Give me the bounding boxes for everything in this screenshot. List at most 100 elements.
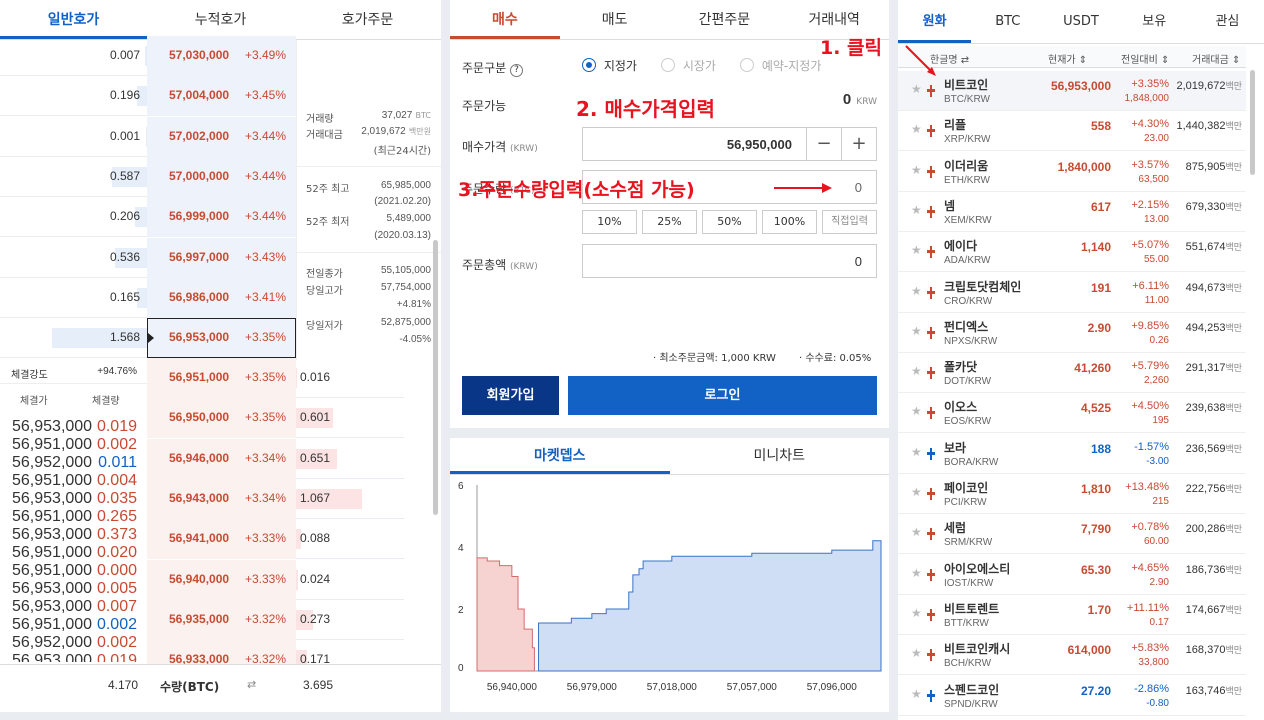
tab-krw[interactable]: 원화 — [898, 0, 972, 43]
tab-favorites[interactable]: 관심 — [1191, 0, 1264, 43]
bid-price-cell[interactable]: 56,946,000 +3.34% — [147, 438, 296, 479]
coin-name[interactable]: 크립토닷컴체인 — [944, 278, 1021, 295]
star-icon[interactable]: ★ — [911, 566, 922, 580]
tab-mini-chart[interactable]: 미니차트 — [670, 438, 890, 474]
tab-simple-order[interactable]: 간편주문 — [670, 0, 780, 39]
ask-price-cell[interactable]: 57,004,000 +3.45% — [147, 76, 296, 117]
ask-row[interactable]: 0.536 56,997,000 +3.43% — [0, 237, 296, 278]
tab-cumulative-orderbook[interactable]: 누적호가 — [147, 0, 294, 39]
coin-row[interactable]: ★ 폴카닷 DOT/KRW 41,260 +5.79% 2,260 291,317백만 — [898, 353, 1246, 394]
coin-name[interactable]: 페이코인 — [944, 479, 988, 496]
tab-usdt[interactable]: USDT — [1044, 0, 1117, 43]
coin-row[interactable]: ★ 아이오에스티 IOST/KRW 65.30 +4.65% 2.90 186,736백만 — [898, 555, 1246, 595]
coin-name[interactable]: 넴 — [944, 197, 955, 214]
bid-price-cell[interactable]: 56,943,000 +3.34% — [147, 478, 296, 519]
coin-row[interactable]: ★ 세럼 SRM/KRW 7,790 +0.78% 60.00 200,286백만 — [898, 514, 1246, 555]
swap-icon[interactable]: ⇄ — [247, 678, 256, 691]
bid-row[interactable]: 56,946,000 +3.34% 0.651 — [147, 438, 404, 479]
bid-row[interactable]: 56,943,000 +3.34% 1.067 — [147, 478, 404, 519]
order-type-reserved-limit[interactable]: 예약-지정가 — [740, 57, 821, 74]
bid-price-cell[interactable]: 56,940,000 +3.33% — [147, 559, 296, 600]
orderbook-scrollbar[interactable] — [433, 240, 438, 515]
ask-row[interactable]: 0.165 56,986,000 +3.41% — [0, 277, 296, 318]
ask-price-cell[interactable]: 57,002,000 +3.44% — [147, 116, 296, 157]
ask-row[interactable]: 0.007 57,030,000 +3.49% — [0, 36, 296, 76]
tab-holdings[interactable]: 보유 — [1118, 0, 1191, 43]
coin-name[interactable]: 세럼 — [944, 519, 966, 536]
coin-name[interactable]: 보라 — [944, 439, 966, 456]
star-icon[interactable]: ★ — [911, 445, 922, 459]
coin-name[interactable]: 이오스 — [944, 398, 977, 415]
star-icon[interactable]: ★ — [911, 687, 922, 701]
star-icon[interactable]: ★ — [911, 284, 922, 298]
ask-price-cell[interactable]: 56,999,000 +3.44% — [147, 197, 296, 238]
bid-price-cell[interactable]: 56,951,000 +3.35% — [147, 358, 296, 398]
star-icon[interactable]: ★ — [911, 203, 922, 217]
coin-name[interactable]: 비트토렌트 — [944, 600, 999, 617]
order-type-limit[interactable]: 지정가 — [582, 57, 637, 74]
sort-volume[interactable]: 거래대금 ⇕ — [1192, 51, 1240, 66]
ask-price-cell[interactable]: 57,000,000 +3.44% — [147, 156, 296, 197]
coin-row[interactable]: ★ 에이다 ADA/KRW 1,140 +5.07% 55.00 551,674백만 — [898, 232, 1246, 273]
star-icon[interactable]: ★ — [911, 485, 922, 499]
coin-name[interactable]: 이더리움 — [944, 157, 988, 174]
coin-row[interactable]: ★ 페이코인 PCI/KRW 1,810 +13.48% 215 222,756백만 — [898, 474, 1246, 514]
bid-price-cell[interactable]: 56,950,000 +3.35% — [147, 398, 296, 439]
percent-10-button[interactable]: 10% — [582, 210, 637, 234]
bid-price-cell[interactable]: 56,941,000 +3.33% — [147, 519, 296, 560]
price-plus-button[interactable]: + — [841, 127, 877, 161]
coin-row[interactable]: ★ 이더리움 ETH/KRW 1,840,000 +3.57% 63,500 875,905… — [898, 152, 1246, 192]
price-minus-button[interactable]: − — [806, 127, 842, 161]
ask-price-cell[interactable]: 57,030,000 +3.49% — [147, 36, 296, 76]
coin-row[interactable]: ★ 넴 XEM/KRW 617 +2.15% 13.00 679,330백만 — [898, 192, 1246, 232]
ask-row[interactable]: 0.196 57,004,000 +3.45% — [0, 76, 296, 117]
star-icon[interactable]: ★ — [911, 324, 922, 338]
star-icon[interactable]: ★ — [911, 525, 922, 539]
coin-row[interactable]: ★ 비트토렌트 BTT/KRW 1.70 +11.11% 0.17 174,667백만 — [898, 595, 1246, 635]
star-icon[interactable]: ★ — [911, 364, 922, 378]
star-icon[interactable]: ★ — [911, 606, 922, 620]
market-list-scrollbar[interactable] — [1250, 70, 1255, 175]
ask-price-cell[interactable]: 56,953,000 +3.35% — [147, 318, 296, 359]
coin-name[interactable]: 폴카닷 — [944, 358, 977, 375]
price-input[interactable]: 56,950,000 — [582, 127, 807, 161]
signup-button[interactable]: 회원가입 — [462, 376, 559, 415]
star-icon[interactable]: ★ — [911, 163, 922, 177]
help-icon[interactable]: ? — [510, 64, 523, 77]
star-icon[interactable]: ★ — [911, 243, 922, 257]
tab-market-depth[interactable]: 마켓뎁스 — [450, 438, 670, 474]
sort-change[interactable]: 전일대비 ⇕ — [1121, 51, 1169, 66]
tab-orderbook-order[interactable]: 호가주문 — [294, 0, 441, 39]
tab-btc[interactable]: BTC — [971, 0, 1044, 43]
coin-name[interactable]: 아이오에스티 — [944, 560, 1010, 577]
coin-name[interactable]: 비트코인 — [944, 76, 988, 93]
star-icon[interactable]: ★ — [911, 122, 922, 136]
percent-50-button[interactable]: 50% — [702, 210, 757, 234]
direct-input-button[interactable]: 직접입력 — [822, 210, 877, 234]
coin-row[interactable]: ★ 보라 BORA/KRW 188 -1.57% -3.00 236,569백만 — [898, 434, 1246, 474]
tab-sell[interactable]: 매도 — [560, 0, 670, 39]
ask-row[interactable]: 0.587 57,000,000 +3.44% — [0, 156, 296, 197]
coin-row[interactable]: ★ 펀디엑스 NPXS/KRW 2.90 +9.85% 0.26 494,253백만 — [898, 313, 1246, 353]
star-icon[interactable]: ★ — [911, 646, 922, 660]
coin-row[interactable]: ★ 이오스 EOS/KRW 4,525 +4.50% 195 239,638백만 — [898, 393, 1246, 434]
bid-row[interactable]: 56,951,000 +3.35% 0.016 — [147, 358, 404, 398]
coin-name[interactable]: 펀디엑스 — [944, 318, 988, 335]
sort-price[interactable]: 현재가 ⇕ — [1048, 51, 1087, 66]
bid-row[interactable]: 56,950,000 +3.35% 0.601 — [147, 398, 404, 439]
coin-name[interactable]: 에이다 — [944, 237, 977, 254]
bid-row[interactable]: 56,941,000 +3.33% 0.088 — [147, 519, 404, 560]
bid-row[interactable]: 56,935,000 +3.32% 0.273 — [147, 599, 404, 640]
tab-buy[interactable]: 매수 — [450, 0, 560, 39]
ask-row[interactable]: 0.001 57,002,000 +3.44% — [0, 116, 296, 157]
bid-row[interactable]: 56,940,000 +3.33% 0.024 — [147, 559, 404, 600]
ask-row[interactable]: 0.206 56,999,000 +3.44% — [0, 197, 296, 238]
coin-row[interactable]: ★ 스펜드코인 SPND/KRW 27.20 -2.86% -0.80 163,746백만 — [898, 676, 1246, 716]
coin-row[interactable]: ★ 비트코인 BTC/KRW 56,953,000 +3.35% 1,848,000 2,0… — [898, 71, 1246, 111]
login-button[interactable]: 로그인 — [568, 376, 877, 415]
percent-100-button[interactable]: 100% — [762, 210, 817, 234]
total-input[interactable]: 0 — [582, 244, 877, 278]
coin-row[interactable]: ★ 리플 XRP/KRW 558 +4.30% 23.00 1,440,382백만 — [898, 111, 1246, 152]
percent-25-button[interactable]: 25% — [642, 210, 697, 234]
ask-price-cell[interactable]: 56,997,000 +3.43% — [147, 237, 296, 278]
